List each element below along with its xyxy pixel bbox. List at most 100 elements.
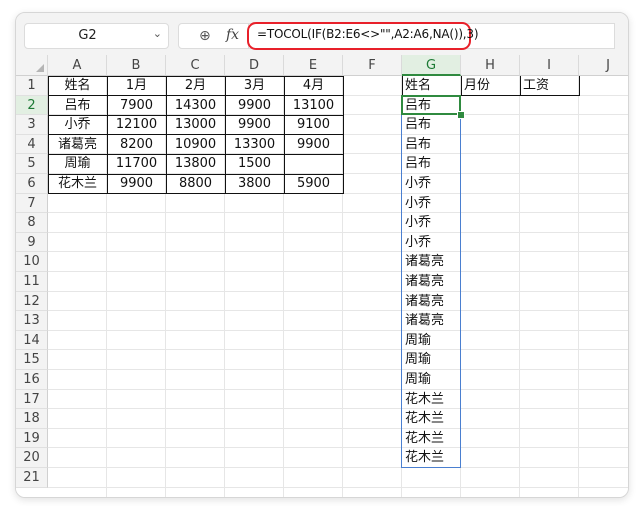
table-header-cell[interactable]: 姓名: [48, 76, 107, 96]
table-cell[interactable]: 5900: [284, 174, 343, 194]
column-header-i[interactable]: I: [520, 55, 579, 76]
table-cell[interactable]: 14300: [166, 96, 225, 116]
row-header-11[interactable]: 11: [16, 272, 48, 292]
gridline-h: [48, 388, 628, 390]
row-header-13[interactable]: 13: [16, 311, 48, 331]
zoom-icon[interactable]: ⊕: [199, 28, 211, 44]
gridline-h: [48, 486, 628, 488]
table-border: [48, 153, 344, 155]
table-cell[interactable]: 13300: [225, 135, 284, 155]
table-header-cell[interactable]: 4月: [284, 76, 343, 96]
gridline-h: [48, 447, 628, 449]
table-cell[interactable]: 13000: [166, 115, 225, 135]
table-cell[interactable]: 9900: [284, 135, 343, 155]
row-header-3[interactable]: 3: [16, 115, 48, 135]
gridline-h: [48, 467, 628, 468]
column-header-f[interactable]: F: [343, 55, 402, 76]
fx-icon[interactable]: fx: [226, 27, 239, 43]
gridline-h: [48, 310, 628, 312]
table-border: [48, 134, 344, 136]
row-header-1[interactable]: 1: [16, 76, 48, 96]
table-cell[interactable]: 13800: [166, 154, 225, 174]
table-border: [106, 76, 108, 194]
table-border: [342, 76, 344, 194]
column-header-d[interactable]: D: [225, 55, 284, 76]
row-header-21[interactable]: 21: [16, 468, 48, 488]
gridline-v: [519, 76, 520, 497]
sheet-grid[interactable]: A B C D E F G H I J 1 2 3 4 5 6 7 8 9 10 11 12 13 14 15 16 17 18 19 2…: [16, 55, 628, 497]
chevron-down-icon[interactable]: ⌄: [153, 27, 162, 40]
table-cell[interactable]: [284, 154, 343, 174]
row-header-8[interactable]: 8: [16, 213, 48, 233]
gridline-h: [48, 271, 628, 272]
table-cell[interactable]: 12100: [107, 115, 166, 135]
row-header-5[interactable]: 5: [16, 154, 48, 174]
formula-toolbar: G2 ⌄ ⊕ fx =TOCOL(IF(B2:E6<>"",A2:A6,NA()…: [16, 13, 628, 55]
gridline-h: [48, 349, 628, 351]
row-header-19[interactable]: 19: [16, 428, 48, 449]
column-header-c[interactable]: C: [166, 55, 225, 76]
table-cell[interactable]: 13100: [284, 96, 343, 116]
formula-input[interactable]: =TOCOL(IF(B2:E6<>"",A2:A6,NA()),3): [257, 27, 479, 41]
table-cell[interactable]: 9900: [225, 115, 284, 135]
table-cell[interactable]: 10900: [166, 135, 225, 155]
row-header-15[interactable]: 15: [16, 350, 48, 370]
table-cell[interactable]: 小乔: [48, 115, 107, 135]
table-cell[interactable]: 1500: [225, 154, 284, 174]
gridline-h: [48, 212, 628, 214]
output-header-border: [519, 76, 521, 96]
table-border: [224, 76, 226, 194]
row-header-9[interactable]: 9: [16, 232, 48, 253]
row-header-2[interactable]: 2: [16, 95, 48, 116]
table-border: [48, 75, 344, 77]
table-cell[interactable]: 周瑜: [48, 154, 107, 174]
output-header-border: [401, 76, 403, 96]
table-cell[interactable]: 9100: [284, 115, 343, 135]
gridline-h: [48, 369, 628, 370]
table-border: [48, 193, 344, 195]
table-border: [165, 76, 167, 194]
table-cell[interactable]: 8200: [107, 135, 166, 155]
column-header-j[interactable]: J: [579, 55, 628, 76]
table-cell[interactable]: 7900: [107, 96, 166, 116]
output-header-cell[interactable]: 月份: [461, 76, 520, 96]
column-header-a[interactable]: A: [48, 55, 107, 76]
name-box[interactable]: G2 ⌄: [24, 23, 169, 49]
fill-handle[interactable]: [457, 111, 465, 120]
row-header-17[interactable]: 17: [16, 389, 48, 410]
row-header-4[interactable]: 4: [16, 134, 48, 155]
table-cell[interactable]: 9900: [107, 174, 166, 194]
table-header-cell[interactable]: 2月: [166, 76, 225, 96]
table-cell[interactable]: 吕布: [48, 96, 107, 116]
table-header-cell[interactable]: 1月: [107, 76, 166, 96]
gridline-h: [48, 329, 628, 331]
active-cell-selection[interactable]: [401, 94, 461, 116]
row-header-10[interactable]: 10: [16, 252, 48, 272]
output-header-cell[interactable]: 姓名: [402, 76, 461, 96]
column-header-b[interactable]: B: [107, 55, 166, 76]
row-header-16[interactable]: 16: [16, 370, 48, 390]
gridline-h: [48, 408, 628, 410]
gridline-h: [48, 290, 628, 292]
column-header-h[interactable]: H: [461, 55, 520, 76]
table-cell[interactable]: 3800: [225, 174, 284, 194]
output-header-cell[interactable]: 工资: [520, 76, 579, 96]
table-cell[interactable]: 花木兰: [48, 174, 107, 194]
table-header-cell[interactable]: 3月: [225, 76, 284, 96]
table-cell[interactable]: 诸葛亮: [48, 135, 107, 155]
output-header-border: [460, 76, 462, 96]
row-header-14[interactable]: 14: [16, 330, 48, 351]
table-cell[interactable]: 8800: [166, 174, 225, 194]
table-cell[interactable]: 9900: [225, 96, 284, 116]
row-header-7[interactable]: 7: [16, 193, 48, 214]
table-cell[interactable]: 11700: [107, 154, 166, 174]
table-border: [47, 76, 49, 194]
row-header-12[interactable]: 12: [16, 291, 48, 312]
row-header-18[interactable]: 18: [16, 409, 48, 429]
gridline-h: [48, 427, 628, 429]
select-all-corner[interactable]: [16, 55, 48, 76]
column-header-e[interactable]: E: [284, 55, 343, 76]
row-header-6[interactable]: 6: [16, 174, 48, 194]
row-header-20[interactable]: 20: [16, 448, 48, 468]
column-header-g[interactable]: G: [402, 55, 461, 76]
